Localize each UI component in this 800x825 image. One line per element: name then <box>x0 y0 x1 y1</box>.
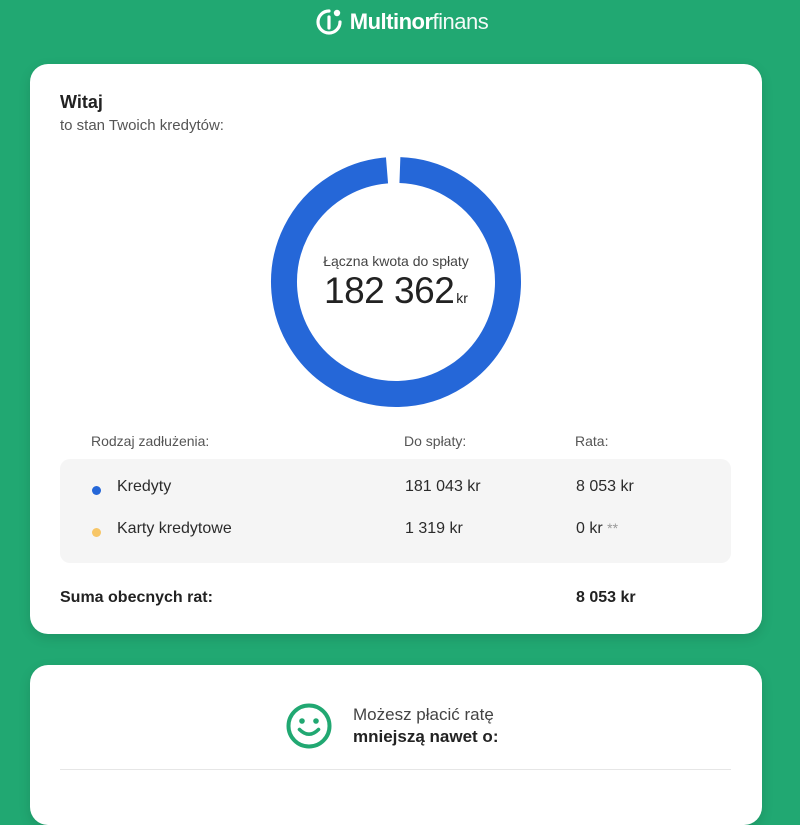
divider <box>60 769 731 770</box>
footnote-marker: ** <box>607 520 619 536</box>
row-rate-value: 8 053 kr <box>576 478 634 495</box>
brand-name-light: finans <box>432 9 489 34</box>
row-due: 1 319 kr <box>405 520 463 537</box>
total-amount: 182 362 kr <box>269 270 523 312</box>
row-rate: 0 kr ** <box>576 520 618 538</box>
header-debt-type: Rodzaj zadłużenia: <box>91 433 210 449</box>
blue-dot-icon <box>92 486 101 495</box>
row-name: Karty kredytowe <box>117 520 232 537</box>
table-row[interactable]: Karty kredytowe 1 319 kr 0 kr ** <box>60 507 731 547</box>
brand-name: Multinorfinans <box>349 9 489 35</box>
lower-installment-card: Możesz płacić ratę mniejszą nawet o: <box>30 665 762 825</box>
payment-text-line1: Możesz płacić ratę <box>353 705 494 724</box>
row-name: Kredyty <box>117 478 172 495</box>
smiley-icon <box>286 703 332 749</box>
sum-value: 8 053 kr <box>576 589 636 606</box>
greeting-subtitle: to stan Twoich kredytów: <box>60 117 224 134</box>
sum-label: Suma obecnych rat: <box>60 589 213 606</box>
header: Multinorfinans <box>0 0 800 44</box>
total-label: Łączna kwota do spłaty <box>323 253 469 269</box>
credit-summary-card: Witaj to stan Twoich kredytów: Łączna kw… <box>30 64 762 634</box>
total-unit: kr <box>456 290 468 306</box>
payment-text-line2: mniejszą nawet o: <box>353 727 499 746</box>
header-to-repay: Do spłaty: <box>404 433 467 449</box>
greeting-title: Witaj <box>60 92 103 112</box>
total-value: 182 362 <box>324 270 455 311</box>
header-installment: Rata: <box>575 433 609 449</box>
brand-logo[interactable]: Multinorfinans <box>312 5 489 39</box>
row-rate-value: 0 kr <box>576 520 603 537</box>
row-due: 181 043 kr <box>405 478 481 495</box>
brand-name-bold: Multinor <box>349 9 433 34</box>
debt-table: Kredyty 181 043 kr 8 053 kr Karty kredyt… <box>60 459 731 563</box>
table-row[interactable]: Kredyty 181 043 kr 8 053 kr <box>60 465 731 505</box>
multinor-logo-icon <box>316 9 342 35</box>
row-rate: 8 053 kr <box>576 478 634 496</box>
yellow-dot-icon <box>92 528 101 537</box>
